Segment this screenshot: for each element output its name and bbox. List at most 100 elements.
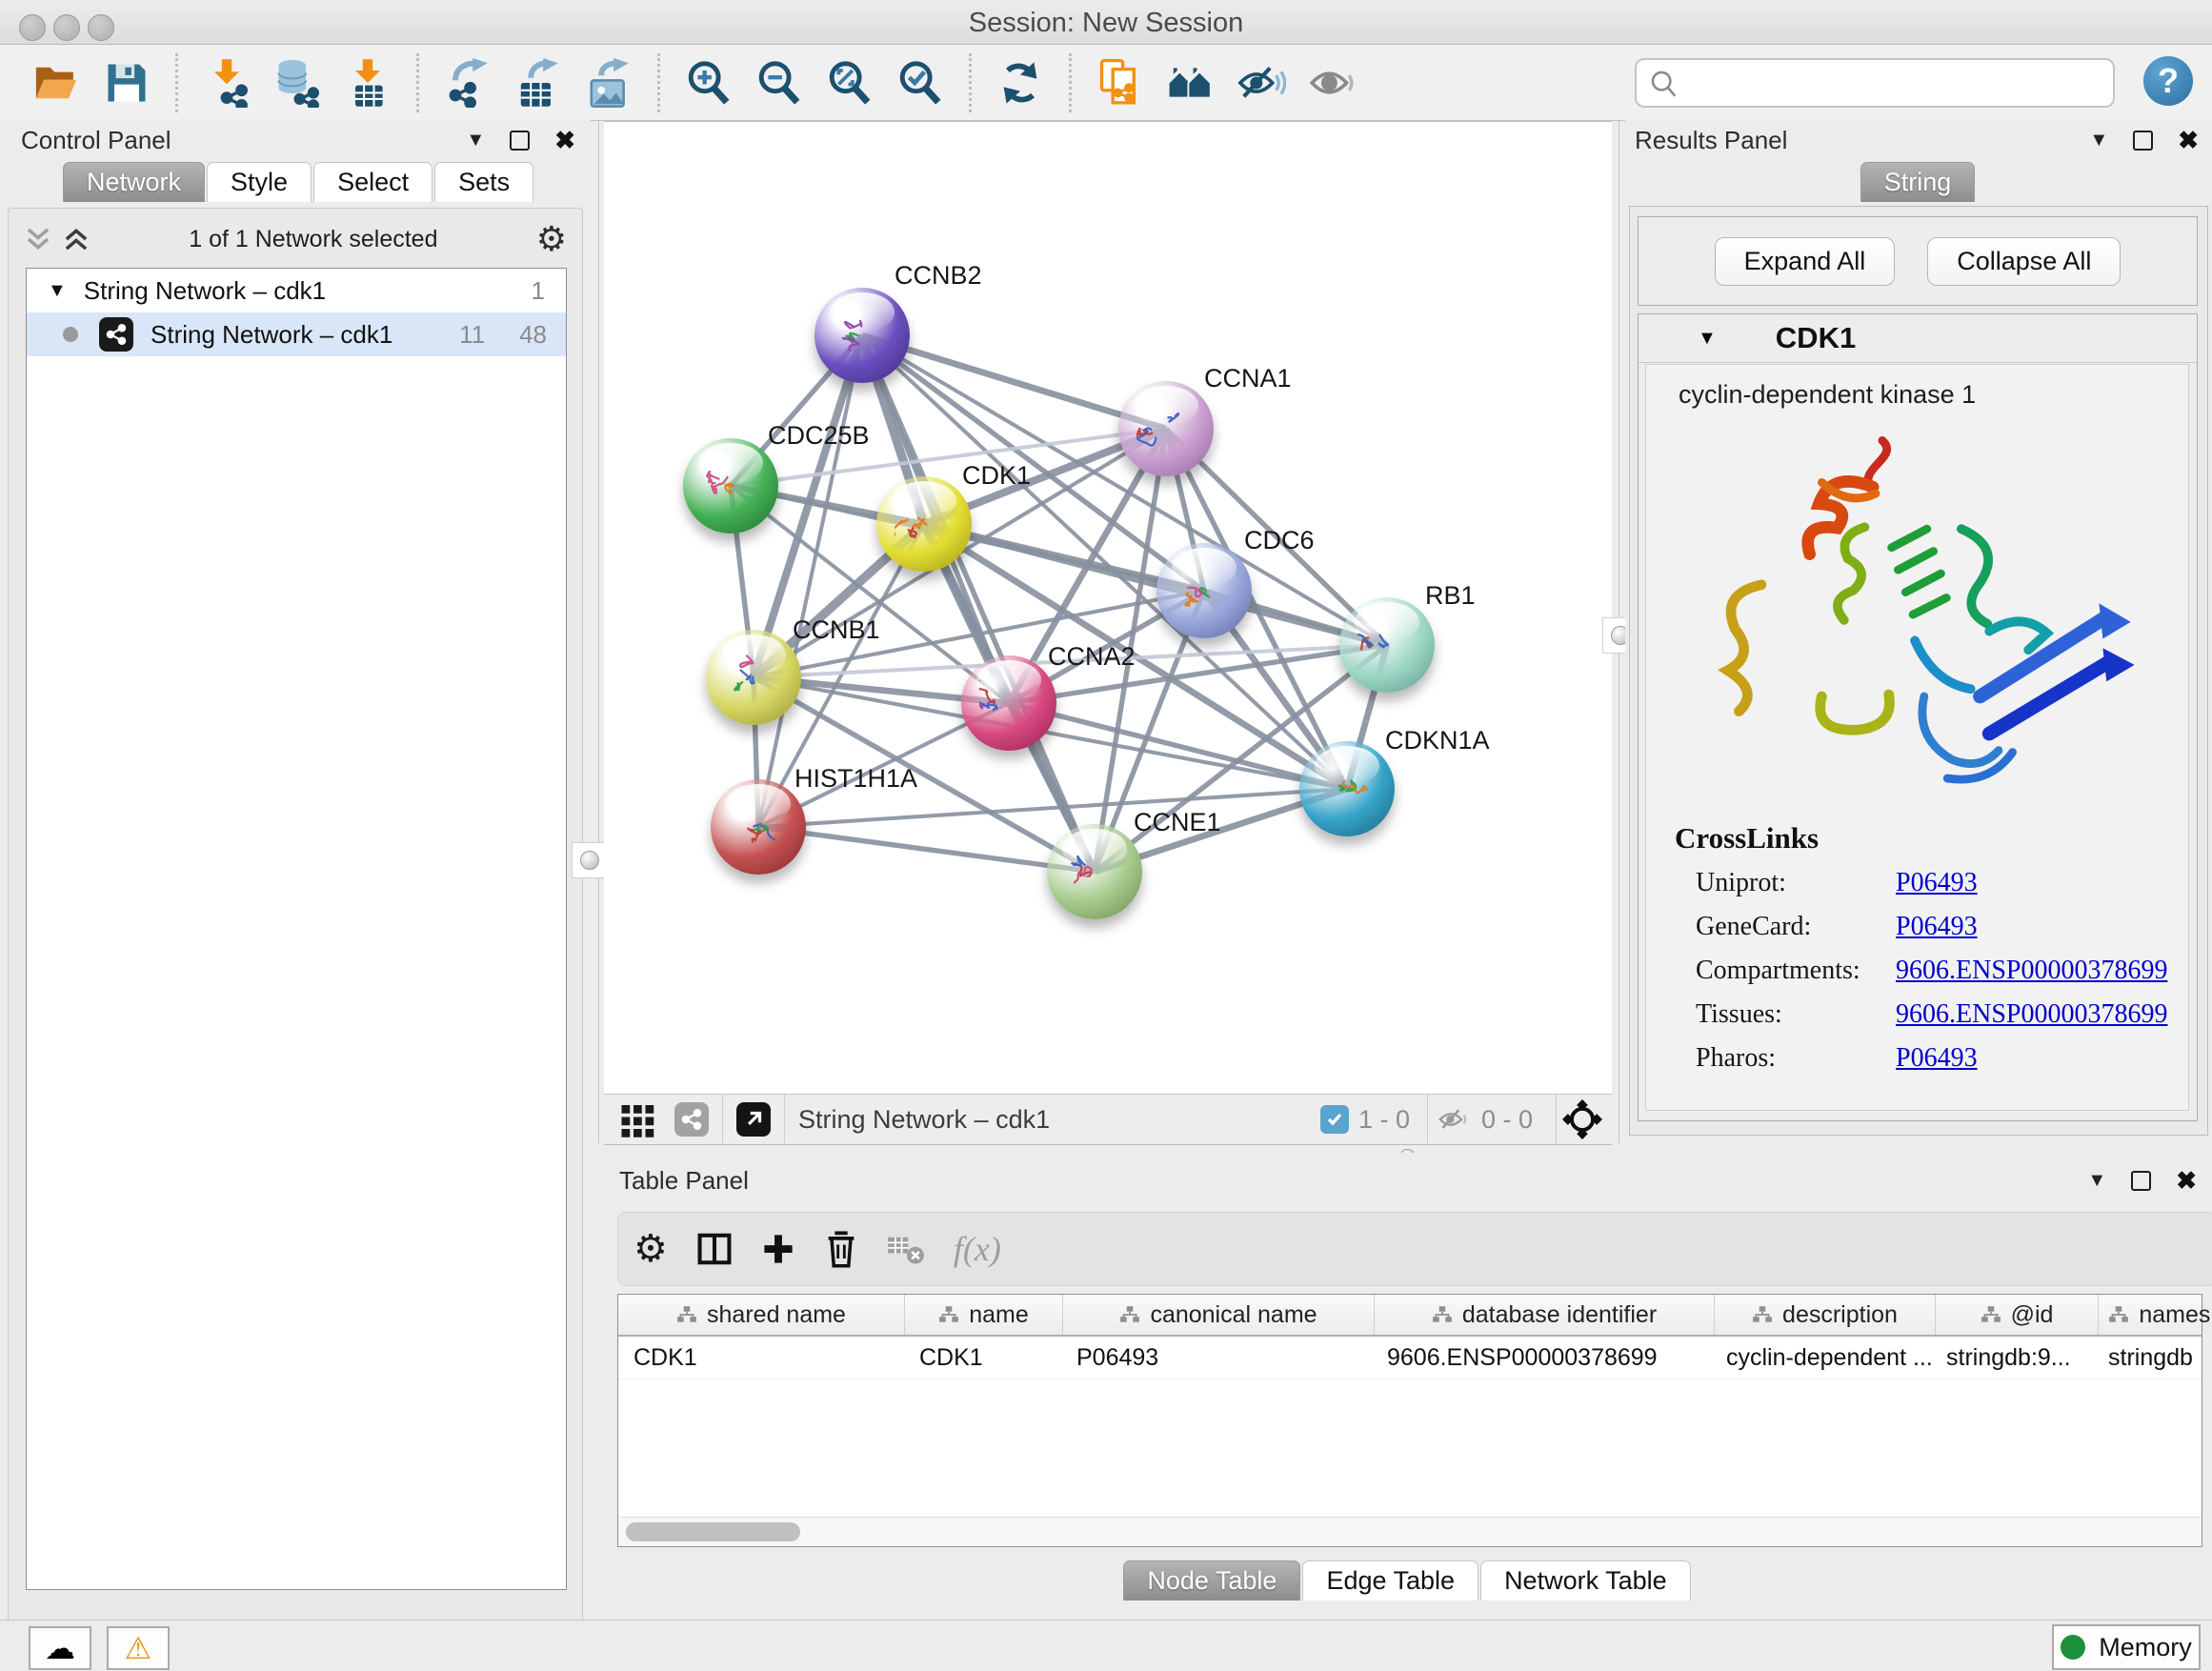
search-input[interactable] xyxy=(1635,58,2115,108)
home-icon[interactable] xyxy=(1163,54,1218,111)
expand-all-button[interactable]: Expand All xyxy=(1715,237,1896,286)
network-options-gear-icon[interactable]: ⚙ xyxy=(536,219,567,259)
network-node-CDKN1A[interactable] xyxy=(1299,741,1395,836)
network-node-RB1[interactable] xyxy=(1339,597,1435,693)
birdseye-view-icon[interactable] xyxy=(736,1102,771,1137)
protein-thumbnail-icon xyxy=(1357,622,1417,670)
network-collection-row[interactable]: ▼ String Network – cdk1 1 xyxy=(27,269,566,312)
panel-menu-icon[interactable]: ▼ xyxy=(2089,130,2108,151)
network-node-CDC25B[interactable] xyxy=(683,438,778,534)
cloud-status-button[interactable]: ☁ xyxy=(29,1626,91,1670)
panel-menu-icon[interactable]: ▼ xyxy=(2087,1170,2106,1192)
export-image-icon[interactable] xyxy=(581,54,636,111)
network-node-CCNE1[interactable] xyxy=(1047,824,1142,919)
tab-style[interactable]: Style xyxy=(207,162,312,202)
hide-selected-icon[interactable] xyxy=(1234,54,1289,111)
new-network-from-selection-icon[interactable] xyxy=(1093,54,1148,111)
float-panel-icon[interactable] xyxy=(2133,131,2153,151)
table-cell[interactable]: stringdb xyxy=(2093,1337,2212,1379)
crosslink-link[interactable]: 9606.ENSP00000378699 xyxy=(1896,956,2167,986)
hidden-eye-icon[interactable] xyxy=(1436,1104,1472,1135)
crosslinks-list: Uniprot:P06493GeneCard:P06493Compartment… xyxy=(1646,861,2188,1080)
table-cell[interactable]: CDK1 xyxy=(618,1337,904,1379)
network-node-CCNA2[interactable] xyxy=(961,655,1056,751)
left-splitter[interactable] xyxy=(598,120,599,1143)
scrollbar-thumb[interactable] xyxy=(626,1522,800,1541)
left-splitter-handle[interactable] xyxy=(572,842,608,878)
import-database-icon[interactable] xyxy=(270,54,325,111)
table-cell[interactable]: P06493 xyxy=(1061,1337,1372,1379)
collapse-triangle-icon[interactable]: ▼ xyxy=(48,280,67,302)
network-node-CCNB1[interactable] xyxy=(706,630,801,725)
zoom-out-icon[interactable] xyxy=(752,54,807,111)
search-field[interactable] xyxy=(1690,64,2103,100)
save-session-icon[interactable] xyxy=(99,54,154,111)
help-icon[interactable]: ? xyxy=(2143,56,2193,106)
column-header-@id[interactable]: @id xyxy=(1936,1295,2099,1335)
table-cell[interactable]: stringdb:9... xyxy=(1931,1337,2093,1379)
selected-checkbox-icon[interactable] xyxy=(1320,1105,1349,1134)
network-badge-icon[interactable] xyxy=(674,1102,709,1137)
column-header-shared-name[interactable]: shared name xyxy=(618,1295,905,1335)
tab-select[interactable]: Select xyxy=(313,162,432,202)
table-horizontal-scrollbar[interactable] xyxy=(618,1517,2202,1546)
tab-network-table[interactable]: Network Table xyxy=(1480,1560,1691,1601)
close-panel-icon[interactable]: ✖ xyxy=(554,126,575,155)
network-node-HIST1H1A[interactable] xyxy=(711,779,806,875)
fit-selected-crosshair-icon[interactable] xyxy=(1562,1099,1602,1139)
table-row[interactable]: CDK1CDK1P064939606.ENSP00000378699cyclin… xyxy=(618,1337,2202,1379)
table-cell[interactable]: cyclin-dependent ... xyxy=(1711,1337,1931,1379)
network-node-CCNA1[interactable] xyxy=(1118,381,1214,476)
open-session-icon[interactable] xyxy=(29,54,84,111)
collapse-triangle-icon[interactable]: ▼ xyxy=(1698,328,1717,350)
network-node-CDC6[interactable] xyxy=(1156,543,1252,638)
close-panel-icon[interactable]: ✖ xyxy=(2176,1166,2197,1196)
table-cell[interactable]: CDK1 xyxy=(904,1337,1061,1379)
zoom-in-icon[interactable] xyxy=(681,54,736,111)
warnings-button[interactable]: ⚠ xyxy=(107,1626,170,1670)
float-panel-icon[interactable] xyxy=(2131,1171,2151,1191)
tab-node-table[interactable]: Node Table xyxy=(1123,1560,1300,1601)
column-header-description[interactable]: description xyxy=(1715,1295,1936,1335)
tab-edge-table[interactable]: Edge Table xyxy=(1302,1560,1478,1601)
show-columns-icon[interactable] xyxy=(696,1231,733,1267)
refresh-icon[interactable] xyxy=(993,54,1048,111)
tab-sets[interactable]: Sets xyxy=(434,162,533,202)
network-row-selected[interactable]: String Network – cdk1 11 48 xyxy=(27,312,566,356)
delete-column-trash-icon[interactable] xyxy=(824,1230,858,1268)
import-network-icon[interactable] xyxy=(199,54,254,111)
function-builder-icon[interactable]: f(x) xyxy=(954,1229,1001,1269)
tab-network[interactable]: Network xyxy=(63,162,205,202)
network-view[interactable]: CCNB2CCNA1CDC25BCDK1CDC6RB1CCNB1CCNA2CDK… xyxy=(604,121,1612,1095)
network-node-CCNB2[interactable] xyxy=(814,288,910,383)
collapse-all-networks-icon[interactable] xyxy=(24,227,52,252)
expand-all-networks-icon[interactable] xyxy=(62,227,90,252)
grid-view-icon[interactable] xyxy=(619,1100,657,1138)
zoom-selected-icon[interactable] xyxy=(893,54,948,111)
crosslink-link[interactable]: P06493 xyxy=(1896,1043,1978,1074)
collapse-all-button[interactable]: Collapse All xyxy=(1927,237,2121,286)
export-table-icon[interactable] xyxy=(511,54,566,111)
column-header-namespac[interactable]: namespac xyxy=(2099,1295,2212,1335)
table-options-gear-icon[interactable]: ⚙ xyxy=(633,1227,668,1271)
export-network-icon[interactable] xyxy=(440,54,495,111)
tab-string[interactable]: String xyxy=(1860,162,1976,202)
zoom-fit-icon[interactable] xyxy=(822,54,877,111)
crosslink-link[interactable]: P06493 xyxy=(1896,912,1978,942)
memory-button[interactable]: Memory xyxy=(2052,1624,2201,1670)
delete-table-icon[interactable] xyxy=(887,1233,925,1265)
crosslink-link[interactable]: P06493 xyxy=(1896,868,1978,898)
create-column-plus-icon[interactable] xyxy=(761,1232,795,1266)
import-table-icon[interactable] xyxy=(340,54,395,111)
close-panel-icon[interactable]: ✖ xyxy=(2178,126,2199,155)
gene-header[interactable]: ▼ CDK1 xyxy=(1639,314,2197,363)
panel-menu-icon[interactable]: ▼ xyxy=(466,130,485,151)
crosslink-link[interactable]: 9606.ENSP00000378699 xyxy=(1896,999,2167,1030)
column-header-canonical-name[interactable]: canonical name xyxy=(1063,1295,1375,1335)
column-header-name[interactable]: name xyxy=(905,1295,1063,1335)
float-panel-icon[interactable] xyxy=(510,131,530,151)
column-header-database-identifier[interactable]: database identifier xyxy=(1375,1295,1715,1335)
table-cell[interactable]: 9606.ENSP00000378699 xyxy=(1372,1337,1711,1379)
show-all-icon[interactable] xyxy=(1304,54,1359,111)
network-node-CDK1[interactable] xyxy=(876,476,972,572)
